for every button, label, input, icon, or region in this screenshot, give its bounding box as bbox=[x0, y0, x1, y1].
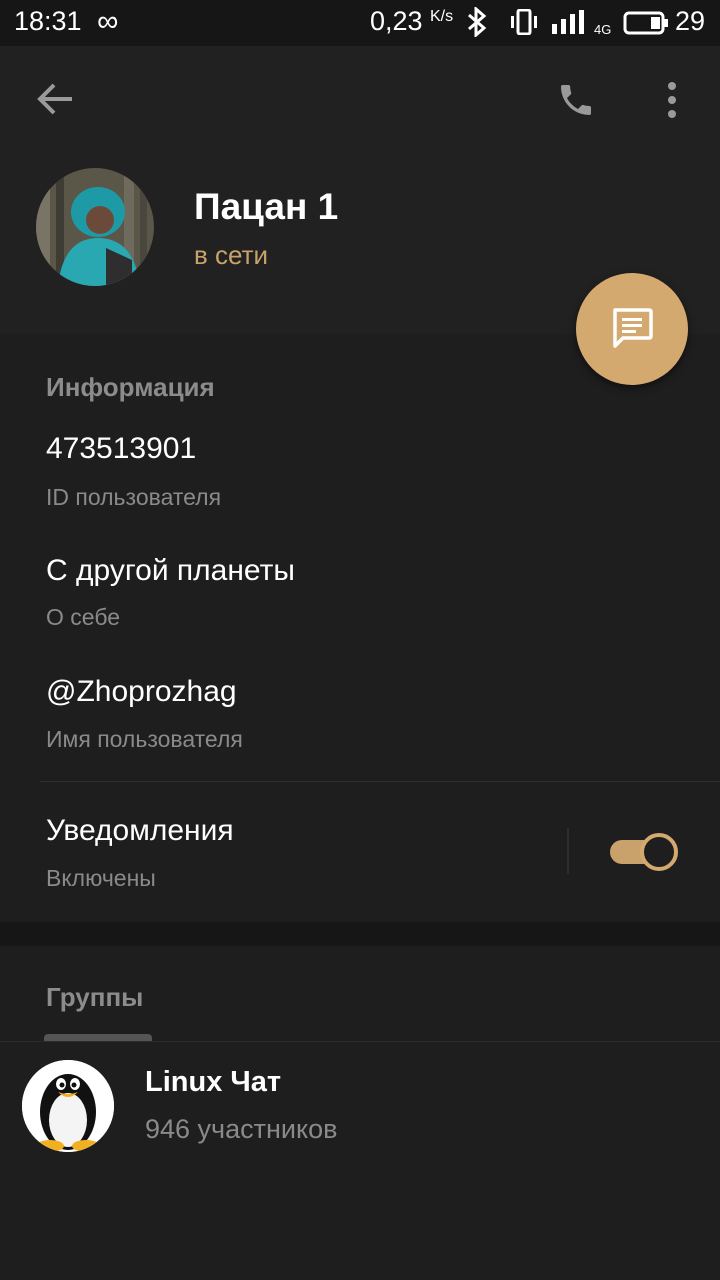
network-speed: 0,23 bbox=[370, 6, 423, 36]
about-label: О себе bbox=[46, 604, 121, 630]
battery-percent: 29 bbox=[675, 6, 706, 36]
about-value[interactable]: С другой планеты bbox=[46, 554, 295, 588]
network-type: 4G bbox=[594, 22, 612, 37]
toggle-separator bbox=[567, 828, 569, 874]
group-name: Linux Чат bbox=[145, 1066, 282, 1098]
status-bar: 18:31 ∞ 0,23 K/s 4G 29 bbox=[0, 0, 720, 46]
section-divider bbox=[40, 781, 720, 782]
toggle-thumb bbox=[640, 833, 678, 871]
back-arrow-icon[interactable] bbox=[36, 82, 74, 116]
notifications-toggle[interactable] bbox=[610, 833, 678, 871]
contact-avatar[interactable] bbox=[36, 168, 154, 286]
send-message-button[interactable] bbox=[576, 273, 688, 385]
section-gap bbox=[0, 922, 720, 946]
user-id-value[interactable]: 473513901 bbox=[46, 432, 196, 466]
group-members-count: 946 участников bbox=[145, 1114, 338, 1144]
message-icon bbox=[613, 308, 653, 348]
username-label: Имя пользователя bbox=[46, 726, 243, 752]
linux-penguin-icon bbox=[22, 1060, 114, 1152]
groups-section: Группы Linux Чат 946 участников bbox=[0, 946, 720, 1280]
infinity-icon: ∞ bbox=[97, 5, 119, 38]
info-section-title: Информация bbox=[46, 372, 215, 402]
more-vertical-icon[interactable] bbox=[662, 82, 682, 118]
user-id-label: ID пользователя bbox=[46, 484, 222, 510]
online-status: в сети bbox=[194, 240, 269, 270]
phone-icon[interactable] bbox=[556, 80, 596, 120]
info-section: Информация 473513901 ID пользователя С д… bbox=[0, 334, 720, 922]
network-speed-unit: K/s bbox=[430, 8, 454, 25]
signal-icon bbox=[552, 10, 584, 34]
contact-name: Пацан 1 bbox=[194, 186, 339, 227]
bluetooth-icon bbox=[468, 7, 487, 37]
notifications-title[interactable]: Уведомления bbox=[46, 814, 234, 848]
group-list-item[interactable]: Linux Чат 946 участников bbox=[0, 1042, 720, 1172]
vibrate-icon bbox=[511, 9, 537, 35]
battery-icon bbox=[623, 11, 668, 35]
groups-section-title: Группы bbox=[46, 982, 144, 1012]
notifications-state: Включены bbox=[46, 865, 156, 891]
status-time: 18:31 bbox=[14, 6, 82, 36]
username-value[interactable]: @Zhoprozhag bbox=[46, 675, 237, 709]
